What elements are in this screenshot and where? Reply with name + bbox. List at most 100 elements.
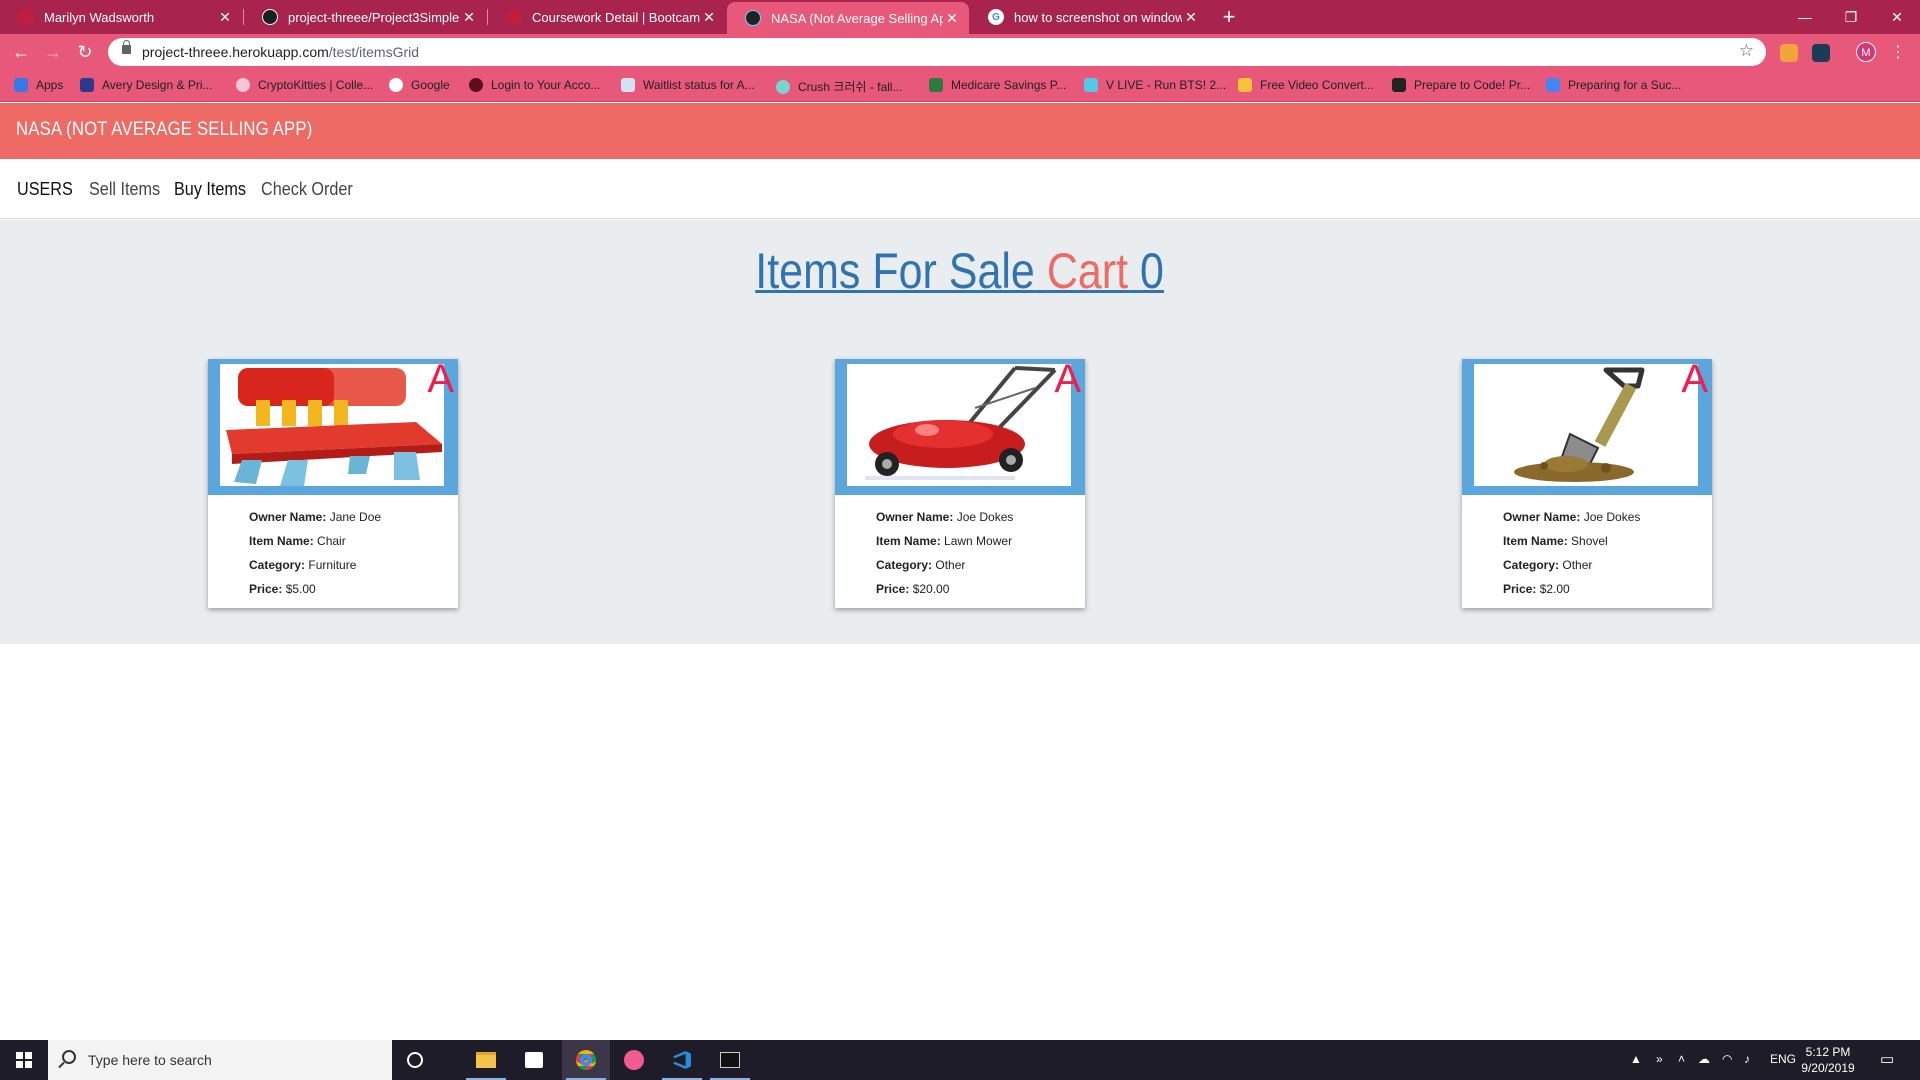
bookmark-label: Google [411, 78, 450, 92]
item-image-frame: A [835, 357, 1085, 495]
start-button[interactable] [0, 1040, 48, 1080]
browser-tab[interactable]: Marilyn Wadsworth ✕ [0, 0, 242, 34]
category-label: Category: [876, 558, 933, 572]
minimize-icon[interactable]: — [1782, 0, 1828, 34]
item-badge: A [427, 357, 454, 401]
nav-sell-items[interactable]: Sell Items [89, 179, 160, 200]
price-value: $5.00 [285, 582, 316, 596]
lock-icon [122, 40, 131, 54]
taskbar-search[interactable]: Type here to search [48, 1040, 392, 1080]
app-brand[interactable]: NASA (NOT AVERAGE SELLING APP) [16, 119, 312, 141]
owner-row: Owner Name: Jane Doe [249, 505, 381, 529]
close-icon[interactable]: ✕ [216, 9, 234, 26]
window-close-icon[interactable]: ✕ [1874, 0, 1920, 34]
close-icon[interactable]: ✕ [460, 9, 478, 26]
category-value: Other [1562, 558, 1593, 572]
bookmark-item[interactable]: Free Video Convert... [1238, 78, 1374, 92]
bookmark-item[interactable]: CryptoKitties | Colle... [236, 78, 373, 92]
owner-value: Joe Dokes [1583, 510, 1641, 524]
tray-app-icon[interactable]: ▲ [1630, 1052, 1642, 1066]
bookmark-item[interactable]: Waitlist status for A... [621, 78, 755, 92]
system-clock[interactable]: 5:12 PM 9/20/2019 [1788, 1044, 1868, 1076]
nav-buy-items[interactable]: Buy Items [174, 179, 246, 200]
bookmark-label: Apps [36, 78, 64, 92]
bookmark-apps[interactable]: Apps [14, 78, 63, 92]
owner-label: Owner Name: [876, 510, 954, 524]
bookmark-star-icon[interactable]: ☆ [1739, 41, 1754, 61]
item-details: Owner Name: Jane Doe Item Name: Chair Ca… [249, 505, 381, 601]
bookmark-label: V LIVE - Run BTS! 2... [1106, 78, 1227, 92]
notifications-icon[interactable]: ▭ [1880, 1050, 1894, 1068]
bookmark-item[interactable]: Login to Your Acco... [469, 78, 600, 92]
profile-avatar[interactable]: M [1856, 42, 1876, 62]
item-name-row: Item Name: Lawn Mower [876, 529, 1013, 553]
wifi-icon[interactable]: ◠ [1722, 1052, 1732, 1066]
cart-count: 0 [1140, 243, 1165, 299]
bookmark-item[interactable]: Medicare Savings P... [929, 78, 1066, 92]
browser-tab[interactable]: Coursework Detail | Bootcamp Sp ✕ [488, 0, 726, 34]
cart-link[interactable]: Cart [1047, 243, 1128, 299]
apps-grid-icon [14, 78, 28, 92]
browser-tab[interactable]: project-threee/Project3SimpleOu ✕ [244, 0, 486, 34]
nav-users[interactable]: USERS [17, 179, 73, 200]
file-explorer-icon[interactable] [472, 1046, 500, 1074]
category-row: Category: Furniture [249, 553, 381, 577]
site-icon [469, 78, 483, 92]
bookmark-label: CryptoKitties | Colle... [258, 78, 374, 92]
close-icon[interactable]: ✕ [700, 9, 718, 26]
forward-icon[interactable]: → [42, 42, 64, 64]
item-name-value: Shovel [1571, 534, 1608, 548]
bookmark-label: Free Video Convert... [1260, 78, 1374, 92]
price-label: Price: [876, 582, 910, 596]
bookmark-item[interactable]: Avery Design & Pri... [80, 78, 212, 92]
bookmark-item[interactable]: Google [389, 78, 450, 92]
bookmark-item[interactable]: V LIVE - Run BTS! 2... [1084, 78, 1226, 92]
video-converter-icon [1238, 78, 1252, 92]
bookmark-item[interactable]: Prepare to Code! Pr... [1392, 78, 1530, 92]
book-icon [1392, 78, 1406, 92]
restore-icon[interactable]: ❐ [1828, 0, 1874, 34]
volume-icon[interactable]: ♪ [1744, 1052, 1750, 1066]
docs-icon [1546, 78, 1560, 92]
back-icon[interactable]: ← [10, 42, 32, 64]
vscode-icon[interactable] [668, 1046, 696, 1074]
item-name-label: Item Name: [249, 534, 314, 548]
tray-overflow-icon[interactable]: » [1656, 1052, 1663, 1066]
onedrive-icon[interactable]: ☁ [1698, 1052, 1710, 1066]
tab-title: how to screenshot on windows - [1014, 9, 1182, 25]
item-details: Owner Name: Joe Dokes Item Name: Shovel … [1503, 505, 1640, 601]
extension-icon[interactable] [1812, 44, 1830, 62]
browser-tab[interactable]: G how to screenshot on windows - ✕ [970, 0, 1208, 34]
cortana-icon[interactable] [401, 1046, 429, 1074]
terminal-icon[interactable] [716, 1046, 744, 1074]
clock-time: 5:12 PM [1805, 1045, 1851, 1059]
vlive-icon [1084, 78, 1098, 92]
bookmark-item[interactable]: Crush 크러쉬 - fall... [776, 78, 902, 95]
close-icon[interactable]: ✕ [943, 10, 961, 27]
category-row: Category: Other [1503, 553, 1640, 577]
nav-check-order[interactable]: Check Order [261, 179, 353, 200]
store-icon[interactable] [520, 1046, 548, 1074]
item-card[interactable]: A Owner Name: Jane Doe Item Name: Chair … [208, 357, 458, 608]
page-title-text: Items For Sale Cart 0 [756, 242, 1165, 300]
browser-menu-icon[interactable]: ⋮ [1890, 42, 1906, 62]
extension-icon[interactable] [1780, 44, 1798, 62]
site-icon [506, 9, 522, 25]
browser-tab-active[interactable]: NASA (Not Average Selling App) ✕ [727, 2, 969, 34]
price-value: $2.00 [1539, 582, 1570, 596]
category-row: Category: Other [876, 553, 1013, 577]
itunes-icon[interactable] [620, 1046, 648, 1074]
show-hidden-icons[interactable]: ˄ [1678, 1052, 1685, 1066]
owner-label: Owner Name: [249, 510, 327, 524]
item-card[interactable]: A Owner Name: Joe Dokes Item Name: Shove… [1462, 357, 1712, 608]
address-bar[interactable]: project-threee.herokuapp.com/test/itemsG… [108, 38, 1766, 66]
close-icon[interactable]: ✕ [1182, 9, 1200, 26]
item-card[interactable]: A Owner Name: Joe Dokes Item Name: Lawn … [835, 357, 1085, 608]
chrome-icon[interactable] [572, 1046, 600, 1074]
bookmark-item[interactable]: Preparing for a Suc... [1546, 78, 1681, 92]
reload-icon[interactable]: ↻ [74, 42, 96, 64]
new-tab-button[interactable]: + [1216, 4, 1242, 30]
item-name-value: Lawn Mower [944, 534, 1013, 548]
price-label: Price: [249, 582, 283, 596]
google-icon [389, 78, 403, 92]
